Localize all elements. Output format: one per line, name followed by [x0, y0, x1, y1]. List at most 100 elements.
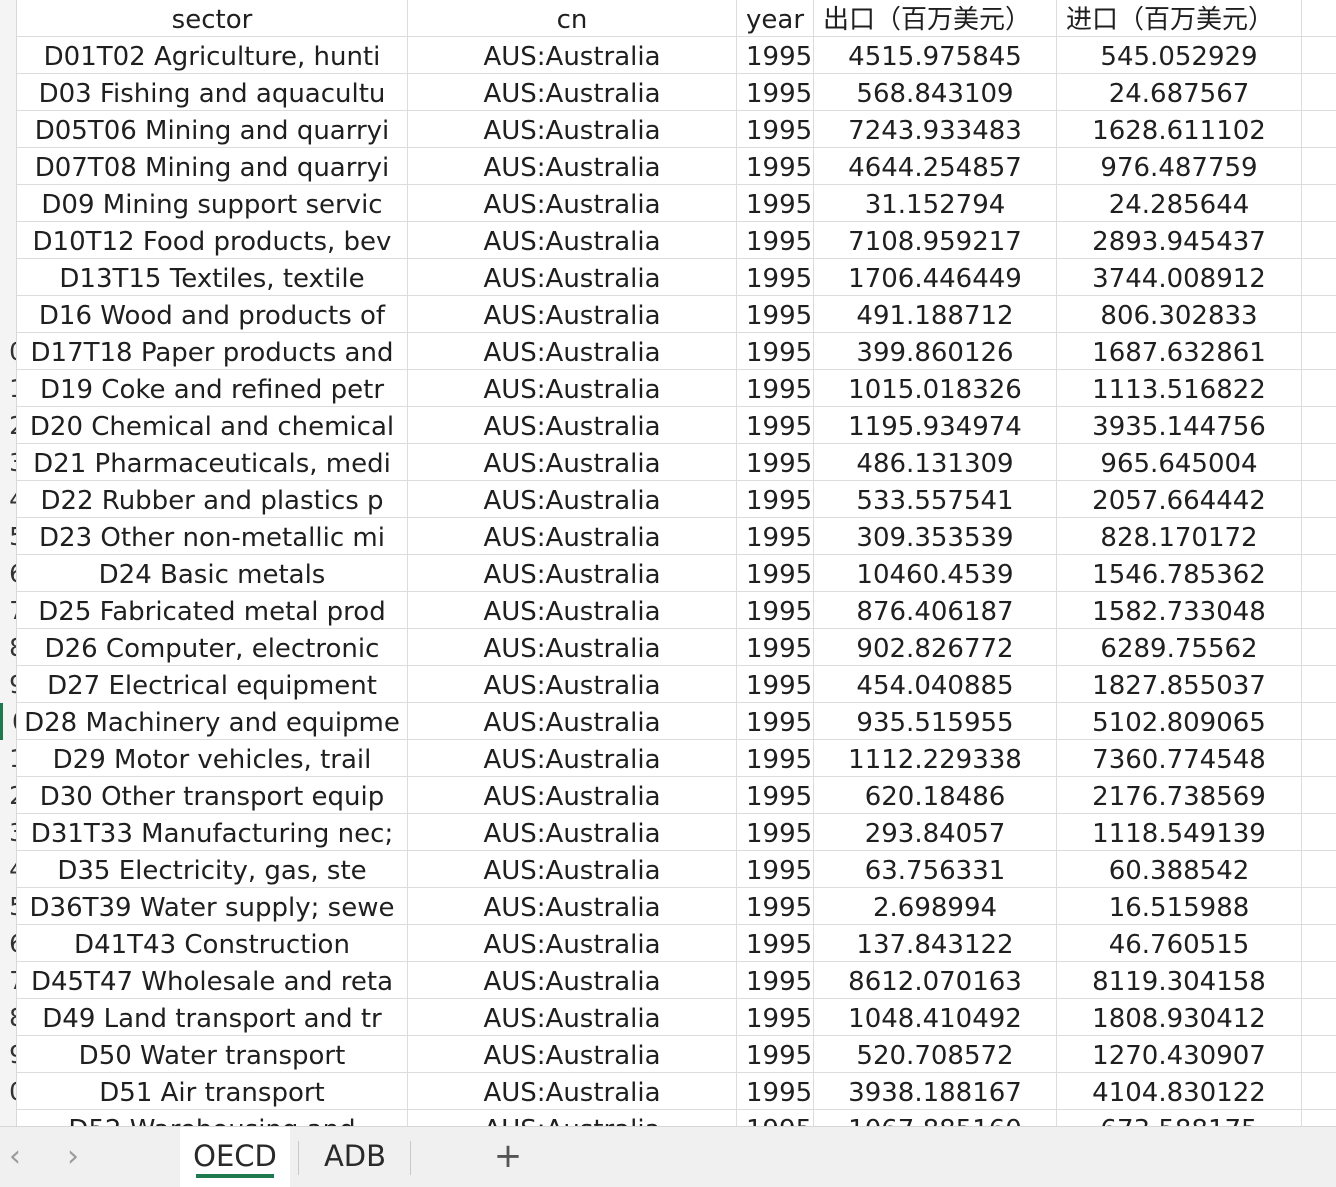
- cell-sector[interactable]: D35 Electricity, gas, ste: [17, 851, 408, 888]
- cell-cn[interactable]: AUS:Australia: [408, 962, 737, 999]
- cell-year[interactable]: 1995: [737, 629, 814, 666]
- row-number[interactable]: 8: [0, 629, 16, 666]
- cell-year[interactable]: 1995: [737, 222, 814, 259]
- cell-sector[interactable]: D21 Pharmaceuticals, medi: [17, 444, 408, 481]
- cell-cn[interactable]: AUS:Australia: [408, 481, 737, 518]
- cell-sector[interactable]: D31T33 Manufacturing nec;: [17, 814, 408, 851]
- empty-cell[interactable]: [1302, 592, 1336, 629]
- cell-export[interactable]: 4515.975845: [814, 37, 1057, 74]
- cell-import[interactable]: 1118.549139: [1057, 814, 1302, 851]
- cell-export[interactable]: 10460.4539: [814, 555, 1057, 592]
- empty-cell[interactable]: [1302, 111, 1336, 148]
- row-number[interactable]: 1: [0, 740, 16, 777]
- cell-import[interactable]: 1628.611102: [1057, 111, 1302, 148]
- cell-import[interactable]: 976.487759: [1057, 148, 1302, 185]
- cell-import[interactable]: 1582.733048: [1057, 592, 1302, 629]
- cell-import[interactable]: 1687.632861: [1057, 333, 1302, 370]
- cell-import[interactable]: 673.588175: [1057, 1110, 1302, 1126]
- cell-sector[interactable]: D29 Motor vehicles, trail: [17, 740, 408, 777]
- cell-import[interactable]: 46.760515: [1057, 925, 1302, 962]
- cell-cn[interactable]: AUS:Australia: [408, 925, 737, 962]
- row-number[interactable]: [0, 111, 16, 148]
- cell-import[interactable]: 60.388542: [1057, 851, 1302, 888]
- empty-cell[interactable]: [1302, 296, 1336, 333]
- cell-cn[interactable]: AUS:Australia: [408, 740, 737, 777]
- empty-cell[interactable]: [1302, 444, 1336, 481]
- cell-import[interactable]: 2176.738569: [1057, 777, 1302, 814]
- cell-sector[interactable]: D22 Rubber and plastics p: [17, 481, 408, 518]
- row-number[interactable]: 2: [0, 777, 16, 814]
- cell-sector[interactable]: D41T43 Construction: [17, 925, 408, 962]
- empty-cell[interactable]: [1302, 518, 1336, 555]
- cell-cn[interactable]: AUS:Australia: [408, 37, 737, 74]
- empty-cell[interactable]: [1302, 1036, 1336, 1073]
- empty-cell[interactable]: [1302, 148, 1336, 185]
- cell-import[interactable]: 16.515988: [1057, 888, 1302, 925]
- row-number[interactable]: 4: [0, 851, 16, 888]
- row-number[interactable]: 3: [0, 814, 16, 851]
- row-number[interactable]: [0, 259, 16, 296]
- cell-export[interactable]: 454.040885: [814, 666, 1057, 703]
- empty-cell[interactable]: [1302, 74, 1336, 111]
- cell-year[interactable]: 1995: [737, 851, 814, 888]
- cell-year[interactable]: 1995: [737, 1073, 814, 1110]
- cell-cn[interactable]: AUS:Australia: [408, 703, 737, 740]
- cell-cn[interactable]: AUS:Australia: [408, 814, 737, 851]
- empty-cell[interactable]: [1302, 962, 1336, 999]
- empty-cell[interactable]: [1302, 259, 1336, 296]
- empty-cell[interactable]: [1302, 888, 1336, 925]
- cell-import[interactable]: 24.285644: [1057, 185, 1302, 222]
- cell-cn[interactable]: AUS:Australia: [408, 1110, 737, 1126]
- cell-cn[interactable]: AUS:Australia: [408, 629, 737, 666]
- cell-import[interactable]: 806.302833: [1057, 296, 1302, 333]
- empty-cell[interactable]: [1302, 185, 1336, 222]
- cell-export[interactable]: 568.843109: [814, 74, 1057, 111]
- cell-year[interactable]: 1995: [737, 111, 814, 148]
- row-number[interactable]: 0: [0, 703, 16, 740]
- cell-cn[interactable]: AUS:Australia: [408, 444, 737, 481]
- row-number[interactable]: 4: [0, 481, 16, 518]
- cell-export[interactable]: 3938.188167: [814, 1073, 1057, 1110]
- cell-export[interactable]: 620.18486: [814, 777, 1057, 814]
- cell-export[interactable]: 486.131309: [814, 444, 1057, 481]
- cell-import[interactable]: 3744.008912: [1057, 259, 1302, 296]
- row-number[interactable]: 9: [0, 1036, 16, 1073]
- cell-year[interactable]: 1995: [737, 37, 814, 74]
- cell-sector[interactable]: D28 Machinery and equipme: [17, 703, 408, 740]
- cell-year[interactable]: 1995: [737, 296, 814, 333]
- empty-cell[interactable]: [1302, 0, 1336, 37]
- cell-cn[interactable]: AUS:Australia: [408, 148, 737, 185]
- empty-cell[interactable]: [1302, 814, 1336, 851]
- cell-import[interactable]: 3935.144756: [1057, 407, 1302, 444]
- cell-sector[interactable]: D49 Land transport and tr: [17, 999, 408, 1036]
- cell-sector[interactable]: D26 Computer, electronic: [17, 629, 408, 666]
- cell-import[interactable]: 6289.75562: [1057, 629, 1302, 666]
- cell-export[interactable]: 309.353539: [814, 518, 1057, 555]
- cell-export[interactable]: 63.756331: [814, 851, 1057, 888]
- row-number[interactable]: [0, 148, 16, 185]
- cell-year[interactable]: 1995: [737, 481, 814, 518]
- cell-export[interactable]: 491.188712: [814, 296, 1057, 333]
- cell-cn[interactable]: AUS:Australia: [408, 592, 737, 629]
- cell-import[interactable]: 2893.945437: [1057, 222, 1302, 259]
- cell-import[interactable]: 7360.774548: [1057, 740, 1302, 777]
- cell-sector[interactable]: D09 Mining support servic: [17, 185, 408, 222]
- cell-cn[interactable]: AUS:Australia: [408, 666, 737, 703]
- cell-year[interactable]: 1995: [737, 888, 814, 925]
- empty-cell[interactable]: [1302, 370, 1336, 407]
- row-number[interactable]: 3: [0, 444, 16, 481]
- cell-year[interactable]: 1995: [737, 703, 814, 740]
- empty-cell[interactable]: [1302, 222, 1336, 259]
- header-year[interactable]: year: [737, 0, 814, 37]
- cell-sector[interactable]: D20 Chemical and chemical: [17, 407, 408, 444]
- cell-year[interactable]: 1995: [737, 185, 814, 222]
- cell-export[interactable]: 876.406187: [814, 592, 1057, 629]
- row-number[interactable]: 7: [0, 962, 16, 999]
- cell-export[interactable]: 902.826772: [814, 629, 1057, 666]
- cell-export[interactable]: 1015.018326: [814, 370, 1057, 407]
- empty-cell[interactable]: [1302, 777, 1336, 814]
- cell-export[interactable]: 7243.933483: [814, 111, 1057, 148]
- cell-year[interactable]: 1995: [737, 333, 814, 370]
- cell-year[interactable]: 1995: [737, 666, 814, 703]
- cell-import[interactable]: 965.645004: [1057, 444, 1302, 481]
